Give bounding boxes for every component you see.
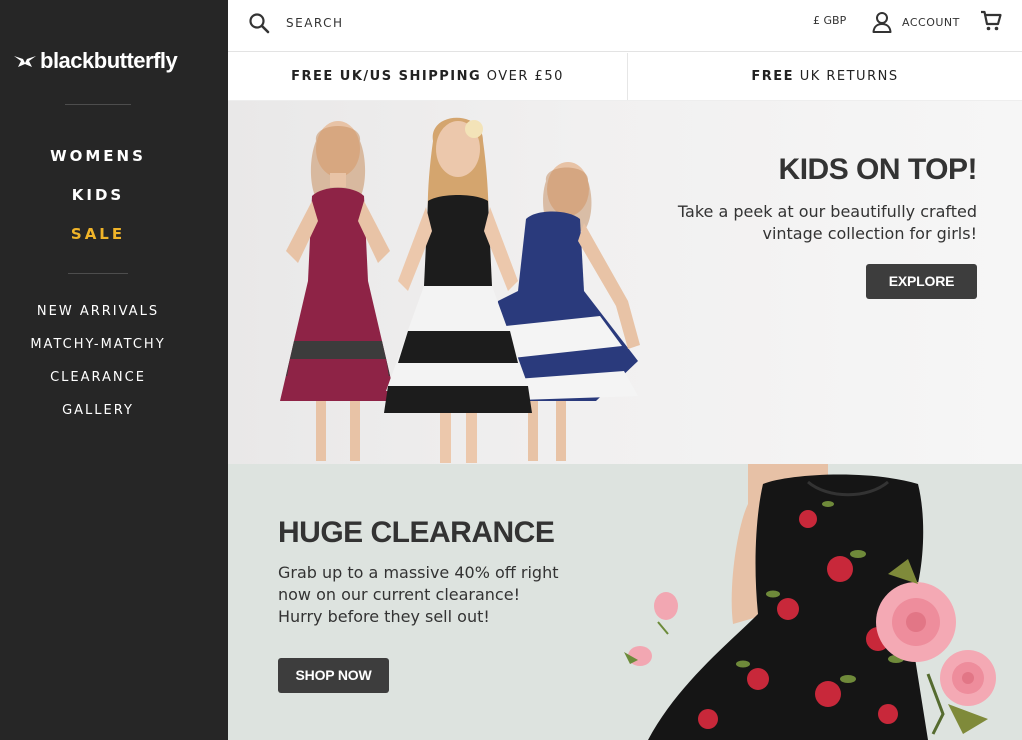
nav-clearance[interactable]: CLEARANCE: [0, 369, 196, 402]
returns-offer-rest: UK RETURNS: [794, 69, 899, 84]
top-bar: £ GBP ACCOUNT: [228, 0, 1022, 52]
clearance-hero-title: HUGE CLEARANCE: [278, 516, 555, 549]
sidebar: blackbutterfly WOMENS KIDS SALE NEW ARRI…: [0, 0, 228, 740]
shipping-offer: FREE UK/US SHIPPING OVER £50: [228, 53, 627, 100]
divider: [65, 104, 131, 105]
account-label: ACCOUNT: [902, 15, 960, 29]
shop-now-button[interactable]: SHOP NOW: [278, 658, 389, 693]
currency-selector[interactable]: £ GBP: [813, 14, 846, 27]
nav-womens[interactable]: WOMENS: [0, 146, 196, 185]
shipping-offer-rest: OVER £50: [481, 69, 564, 84]
kids-hero-text: Take a peek at our beautifully crafted v…: [677, 202, 977, 243]
shipping-offer-bold: FREE UK/US SHIPPING: [291, 69, 482, 84]
main-nav: WOMENS KIDS SALE: [0, 146, 196, 263]
sub-nav: NEW ARRIVALS MATCHY-MATCHY CLEARANCE GAL…: [0, 303, 196, 435]
account-link[interactable]: ACCOUNT: [872, 11, 960, 33]
search-input[interactable]: [286, 12, 586, 34]
nav-matchy-matchy[interactable]: MATCHY-MATCHY: [0, 336, 196, 369]
cart-icon[interactable]: [980, 10, 1002, 32]
brand-logo[interactable]: blackbutterfly: [14, 48, 178, 74]
kids-hero-title: KIDS ON TOP!: [778, 153, 978, 186]
brand-name: blackbutterfly: [40, 48, 178, 73]
explore-button[interactable]: EXPLORE: [866, 264, 977, 299]
shipping-banner: FREE UK/US SHIPPING OVER £50 FREE UK RET…: [228, 53, 1022, 101]
search-icon[interactable]: [248, 12, 270, 34]
butterfly-icon: [14, 56, 36, 67]
nav-kids[interactable]: KIDS: [0, 185, 196, 224]
user-icon: [872, 12, 892, 33]
nav-new-arrivals[interactable]: NEW ARRIVALS: [0, 303, 196, 336]
returns-offer-bold: FREE: [751, 69, 795, 84]
divider: [68, 273, 128, 274]
clearance-hero-banner: HUGE CLEARANCE Grab up to a massive 40% …: [228, 464, 1022, 740]
nav-gallery[interactable]: GALLERY: [0, 402, 196, 435]
nav-sale[interactable]: SALE: [0, 224, 196, 263]
kids-hero-banner: KIDS ON TOP! Take a peek at our beautifu…: [228, 101, 1022, 464]
clearance-hero-text: Grab up to a massive 40% off right now o…: [278, 563, 559, 626]
returns-offer: FREE UK RETURNS: [628, 53, 1022, 100]
